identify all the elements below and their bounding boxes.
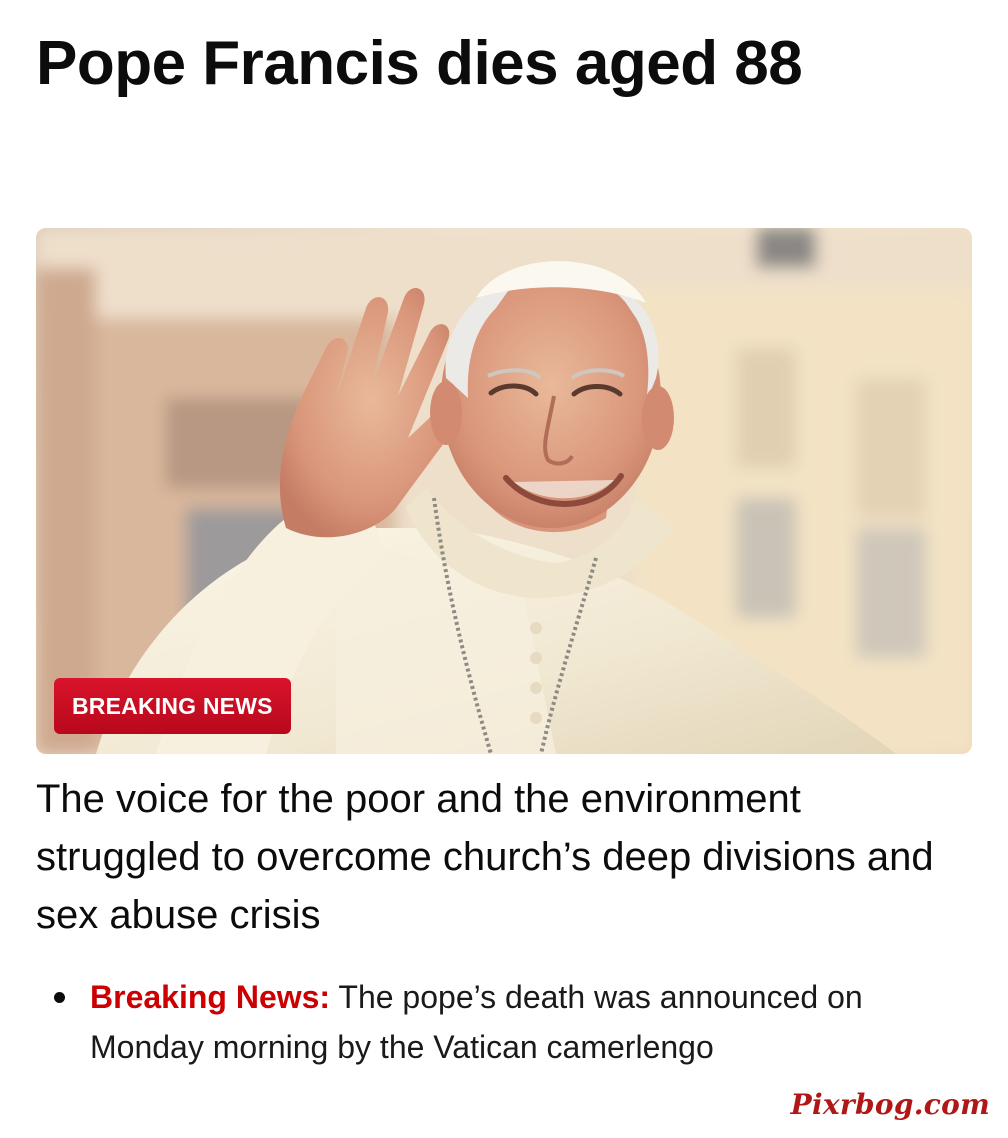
watermark-text: Pixrbog.com xyxy=(790,1088,990,1121)
bullet-label: Breaking News: xyxy=(90,979,331,1015)
hero-image[interactable]: BREAKING NEWS xyxy=(36,228,972,754)
article-subheadline[interactable]: The voice for the poor and the environme… xyxy=(36,770,976,944)
bullet-dot-icon xyxy=(54,992,65,1003)
breaking-news-badge: BREAKING NEWS xyxy=(54,678,291,734)
pope-photo-illustration xyxy=(36,228,972,754)
article-headline[interactable]: Pope Francis dies aged 88 xyxy=(36,22,936,106)
bullet-item[interactable]: Breaking News: The pope’s death was anno… xyxy=(54,972,934,1072)
bullet-list: Breaking News: The pope’s death was anno… xyxy=(54,972,934,1072)
